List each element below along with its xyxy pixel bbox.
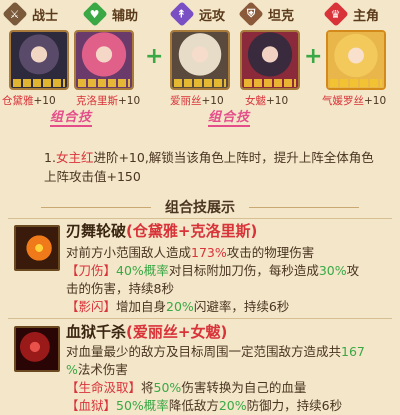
tab-ranged[interactable]: ↟ 远攻 <box>169 1 226 27</box>
star-rating <box>78 79 130 87</box>
skill-desc-segment: 30% <box>318 263 347 278</box>
tab-protagonist[interactable]: ♛ 主角 <box>323 1 380 27</box>
skill-desc-line: 击的伤害，持续8秒 <box>66 280 174 298</box>
skill-desc-segment: 攻击的物理伤害 <box>226 245 315 260</box>
star-rating <box>330 79 382 87</box>
skill-desc-segment: % <box>66 362 78 377</box>
heart-icon: ♥ <box>82 1 108 27</box>
effect-description: 1.女主红进阶+10,解锁当该角色上阵时，提升上阵全体角色上阵攻击值+150 <box>44 150 374 184</box>
section-title: 组合技展示 <box>165 200 235 216</box>
hero-card-cangdaiya[interactable] <box>9 30 69 90</box>
plus-icon: + <box>304 44 323 69</box>
skill-desc-segment: 【刀伤】 <box>66 263 117 278</box>
skill-desc-segment: 伤害转换为自己的血量 <box>181 380 307 395</box>
crown-icon: ♛ <box>323 1 349 27</box>
combo-badge: 组合技 <box>208 106 251 127</box>
skill-desc-line: 【血狱】50%概率降低敌方20%防御力，持续6秒 <box>66 397 342 415</box>
skill-desc-segment: 20% <box>166 299 194 314</box>
skill-desc-line: 【影闪】增加自身20%闪避率，持续6秒 <box>66 298 289 316</box>
plus-icon: + <box>145 44 164 69</box>
hero-name-label: 气媛罗丝+10 <box>322 95 387 107</box>
bow-icon: ↟ <box>169 1 195 27</box>
hero-name-label: 女魃+10 <box>245 95 289 107</box>
star-rating <box>13 79 65 87</box>
header-line <box>41 206 151 208</box>
hero-name-label: 仓黛雅+10 <box>2 95 56 107</box>
skill-desc-line: %法术伤害 <box>66 361 128 379</box>
skill-desc-segment: 50%概率 <box>116 398 169 413</box>
sword-icon: ⚔ <box>2 1 28 27</box>
tab-label: 远攻 <box>199 8 226 24</box>
shield-icon: ⛨ <box>238 1 264 27</box>
combo-badge: 组合技 <box>50 106 93 127</box>
header-line <box>249 206 359 208</box>
skill-desc-segment: 对前方小范围敌人造成 <box>66 245 192 260</box>
skill-desc-line: 【生命汲取】将50%伤害转换为自己的血量 <box>66 379 306 397</box>
star-rating <box>174 79 226 87</box>
skill-desc-segment: 对血量最少的敌方及目标周围一定范围敌方造成共 <box>66 344 342 359</box>
skill-desc-segment: 闪避率，持续6秒 <box>193 299 290 314</box>
blood-prison-skill-icon <box>14 326 60 372</box>
tab-label: 坦克 <box>268 8 295 24</box>
skill-desc-segment: 法术伤害 <box>77 362 128 377</box>
divider <box>8 318 392 319</box>
skill-desc-segment: 增加自身 <box>116 299 167 314</box>
tab-tank[interactable]: ⛨ 坦克 <box>238 1 295 27</box>
skill-desc-segment: 173% <box>191 245 227 260</box>
combo-showcase-header: 组合技展示 <box>0 196 400 218</box>
skill-desc-line: 对血量最少的敌方及目标周围一定范围敌方造成共167 <box>66 343 365 361</box>
skill-title: 血狱千杀(爱丽丝+女魃) <box>66 323 228 341</box>
skill-desc-segment: 【生命汲取】 <box>66 380 142 395</box>
skill-desc-segment: 防御力，持续6秒 <box>246 398 343 413</box>
hero-card-qiyuanluosi[interactable] <box>326 30 386 90</box>
skill-desc-segment: 【影闪】 <box>66 299 117 314</box>
skill-desc-segment: 【血狱】 <box>66 398 117 413</box>
skill-desc-segment: 击的伤害，持续8秒 <box>66 281 174 296</box>
tab-label: 辅助 <box>112 8 139 24</box>
skill-desc-segment: 50% <box>153 380 182 395</box>
skill-desc-segment: 167 <box>341 344 365 359</box>
hero-card-nvba[interactable] <box>240 30 300 90</box>
skill-desc-segment: 降低敌方 <box>168 398 219 413</box>
skill-desc-line: 【刀伤】40%概率对目标附加刀伤，每秒造成30%攻 <box>66 262 359 280</box>
star-rating <box>244 79 296 87</box>
hero-card-keluolisi[interactable] <box>74 30 134 90</box>
skill-desc-segment: 40%概率 <box>116 263 169 278</box>
tab-support[interactable]: ♥ 辅助 <box>82 1 139 27</box>
skill-title: 刃舞轮破(仓黛雅+克洛里斯) <box>66 222 258 240</box>
skill-desc-segment: 20% <box>218 398 247 413</box>
divider <box>8 218 392 219</box>
tab-warrior[interactable]: ⚔ 战士 <box>2 1 59 27</box>
skill-desc-line: 对前方小范围敌人造成173%攻击的物理伤害 <box>66 244 314 262</box>
skill-desc-segment: 对目标附加刀伤，每秒造成 <box>168 263 319 278</box>
skill-desc-segment: 攻 <box>346 263 360 278</box>
hero-card-ailisi[interactable] <box>170 30 230 90</box>
blade-dance-skill-icon <box>14 225 60 271</box>
tab-label: 主角 <box>353 8 380 24</box>
skill-desc-segment: 将 <box>141 380 154 395</box>
class-tabs: ⚔ 战士 ♥ 辅助 ↟ 远攻 ⛨ 坦克 ♛ 主角 <box>0 0 400 27</box>
tab-label: 战士 <box>32 8 59 24</box>
